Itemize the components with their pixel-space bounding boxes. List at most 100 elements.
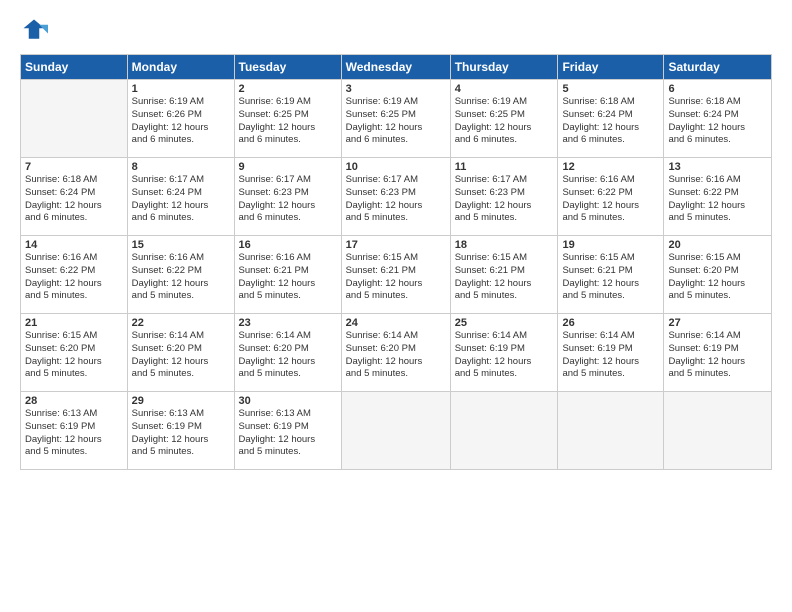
day-info: Sunrise: 6:14 AMSunset: 6:19 PMDaylight:… [562, 330, 659, 381]
day-info: Sunrise: 6:16 AMSunset: 6:22 PMDaylight:… [668, 174, 767, 225]
calendar-cell: 19Sunrise: 6:15 AMSunset: 6:21 PMDayligh… [558, 236, 664, 314]
calendar-cell: 26Sunrise: 6:14 AMSunset: 6:19 PMDayligh… [558, 314, 664, 392]
calendar-cell: 28Sunrise: 6:13 AMSunset: 6:19 PMDayligh… [21, 392, 128, 470]
calendar-cell: 17Sunrise: 6:15 AMSunset: 6:21 PMDayligh… [341, 236, 450, 314]
day-info: Sunrise: 6:17 AMSunset: 6:23 PMDaylight:… [346, 174, 446, 225]
day-info: Sunrise: 6:17 AMSunset: 6:23 PMDaylight:… [239, 174, 337, 225]
day-info: Sunrise: 6:16 AMSunset: 6:22 PMDaylight:… [25, 252, 123, 303]
day-number: 26 [562, 317, 659, 329]
day-info: Sunrise: 6:15 AMSunset: 6:20 PMDaylight:… [668, 252, 767, 303]
calendar-week-1: 1Sunrise: 6:19 AMSunset: 6:26 PMDaylight… [21, 80, 772, 158]
day-info: Sunrise: 6:19 AMSunset: 6:25 PMDaylight:… [346, 96, 446, 147]
calendar-cell [21, 80, 128, 158]
calendar-cell: 12Sunrise: 6:16 AMSunset: 6:22 PMDayligh… [558, 158, 664, 236]
day-number: 22 [132, 317, 230, 329]
calendar-week-2: 7Sunrise: 6:18 AMSunset: 6:24 PMDaylight… [21, 158, 772, 236]
day-number: 28 [25, 395, 123, 407]
calendar-week-4: 21Sunrise: 6:15 AMSunset: 6:20 PMDayligh… [21, 314, 772, 392]
day-number: 24 [346, 317, 446, 329]
calendar-table: SundayMondayTuesdayWednesdayThursdayFrid… [20, 54, 772, 470]
day-info: Sunrise: 6:17 AMSunset: 6:24 PMDaylight:… [132, 174, 230, 225]
day-info: Sunrise: 6:19 AMSunset: 6:25 PMDaylight:… [455, 96, 554, 147]
calendar-cell: 10Sunrise: 6:17 AMSunset: 6:23 PMDayligh… [341, 158, 450, 236]
day-info: Sunrise: 6:15 AMSunset: 6:20 PMDaylight:… [25, 330, 123, 381]
calendar-cell: 23Sunrise: 6:14 AMSunset: 6:20 PMDayligh… [234, 314, 341, 392]
calendar-cell: 20Sunrise: 6:15 AMSunset: 6:20 PMDayligh… [664, 236, 772, 314]
calendar-cell: 27Sunrise: 6:14 AMSunset: 6:19 PMDayligh… [664, 314, 772, 392]
header [20, 16, 772, 44]
calendar-cell: 2Sunrise: 6:19 AMSunset: 6:25 PMDaylight… [234, 80, 341, 158]
calendar-cell: 1Sunrise: 6:19 AMSunset: 6:26 PMDaylight… [127, 80, 234, 158]
calendar-cell [558, 392, 664, 470]
day-info: Sunrise: 6:14 AMSunset: 6:20 PMDaylight:… [132, 330, 230, 381]
day-info: Sunrise: 6:15 AMSunset: 6:21 PMDaylight:… [455, 252, 554, 303]
day-number: 9 [239, 161, 337, 173]
day-info: Sunrise: 6:14 AMSunset: 6:20 PMDaylight:… [239, 330, 337, 381]
calendar-header-monday: Monday [127, 55, 234, 80]
day-number: 4 [455, 83, 554, 95]
calendar-cell [341, 392, 450, 470]
day-number: 11 [455, 161, 554, 173]
calendar-week-3: 14Sunrise: 6:16 AMSunset: 6:22 PMDayligh… [21, 236, 772, 314]
day-info: Sunrise: 6:16 AMSunset: 6:21 PMDaylight:… [239, 252, 337, 303]
calendar-cell [664, 392, 772, 470]
day-number: 7 [25, 161, 123, 173]
day-info: Sunrise: 6:13 AMSunset: 6:19 PMDaylight:… [25, 408, 123, 459]
day-number: 14 [25, 239, 123, 251]
day-number: 29 [132, 395, 230, 407]
day-number: 20 [668, 239, 767, 251]
day-info: Sunrise: 6:14 AMSunset: 6:20 PMDaylight:… [346, 330, 446, 381]
calendar-header-saturday: Saturday [664, 55, 772, 80]
day-info: Sunrise: 6:17 AMSunset: 6:23 PMDaylight:… [455, 174, 554, 225]
day-number: 25 [455, 317, 554, 329]
day-number: 3 [346, 83, 446, 95]
calendar-header-thursday: Thursday [450, 55, 558, 80]
calendar-cell: 22Sunrise: 6:14 AMSunset: 6:20 PMDayligh… [127, 314, 234, 392]
day-number: 5 [562, 83, 659, 95]
calendar-header-tuesday: Tuesday [234, 55, 341, 80]
day-number: 16 [239, 239, 337, 251]
day-number: 23 [239, 317, 337, 329]
calendar-cell: 21Sunrise: 6:15 AMSunset: 6:20 PMDayligh… [21, 314, 128, 392]
day-info: Sunrise: 6:16 AMSunset: 6:22 PMDaylight:… [562, 174, 659, 225]
calendar-cell: 24Sunrise: 6:14 AMSunset: 6:20 PMDayligh… [341, 314, 450, 392]
calendar-cell: 11Sunrise: 6:17 AMSunset: 6:23 PMDayligh… [450, 158, 558, 236]
calendar-cell: 7Sunrise: 6:18 AMSunset: 6:24 PMDaylight… [21, 158, 128, 236]
calendar-header-sunday: Sunday [21, 55, 128, 80]
day-info: Sunrise: 6:14 AMSunset: 6:19 PMDaylight:… [668, 330, 767, 381]
calendar-header-row: SundayMondayTuesdayWednesdayThursdayFrid… [21, 55, 772, 80]
logo [20, 16, 52, 44]
day-number: 18 [455, 239, 554, 251]
calendar-header-friday: Friday [558, 55, 664, 80]
day-number: 30 [239, 395, 337, 407]
day-info: Sunrise: 6:19 AMSunset: 6:25 PMDaylight:… [239, 96, 337, 147]
calendar-week-5: 28Sunrise: 6:13 AMSunset: 6:19 PMDayligh… [21, 392, 772, 470]
day-info: Sunrise: 6:15 AMSunset: 6:21 PMDaylight:… [562, 252, 659, 303]
day-info: Sunrise: 6:15 AMSunset: 6:21 PMDaylight:… [346, 252, 446, 303]
calendar-cell: 25Sunrise: 6:14 AMSunset: 6:19 PMDayligh… [450, 314, 558, 392]
calendar-cell: 18Sunrise: 6:15 AMSunset: 6:21 PMDayligh… [450, 236, 558, 314]
day-info: Sunrise: 6:14 AMSunset: 6:19 PMDaylight:… [455, 330, 554, 381]
day-number: 15 [132, 239, 230, 251]
calendar-cell: 8Sunrise: 6:17 AMSunset: 6:24 PMDaylight… [127, 158, 234, 236]
day-number: 8 [132, 161, 230, 173]
calendar-cell: 6Sunrise: 6:18 AMSunset: 6:24 PMDaylight… [664, 80, 772, 158]
day-number: 17 [346, 239, 446, 251]
day-info: Sunrise: 6:18 AMSunset: 6:24 PMDaylight:… [668, 96, 767, 147]
calendar-header-wednesday: Wednesday [341, 55, 450, 80]
calendar-cell: 16Sunrise: 6:16 AMSunset: 6:21 PMDayligh… [234, 236, 341, 314]
day-number: 12 [562, 161, 659, 173]
day-number: 1 [132, 83, 230, 95]
calendar-cell: 5Sunrise: 6:18 AMSunset: 6:24 PMDaylight… [558, 80, 664, 158]
day-number: 6 [668, 83, 767, 95]
day-info: Sunrise: 6:13 AMSunset: 6:19 PMDaylight:… [132, 408, 230, 459]
day-number: 13 [668, 161, 767, 173]
day-info: Sunrise: 6:19 AMSunset: 6:26 PMDaylight:… [132, 96, 230, 147]
logo-icon [20, 16, 48, 44]
calendar-cell: 14Sunrise: 6:16 AMSunset: 6:22 PMDayligh… [21, 236, 128, 314]
calendar-cell: 30Sunrise: 6:13 AMSunset: 6:19 PMDayligh… [234, 392, 341, 470]
day-number: 27 [668, 317, 767, 329]
calendar-cell: 3Sunrise: 6:19 AMSunset: 6:25 PMDaylight… [341, 80, 450, 158]
day-number: 2 [239, 83, 337, 95]
calendar-cell: 29Sunrise: 6:13 AMSunset: 6:19 PMDayligh… [127, 392, 234, 470]
